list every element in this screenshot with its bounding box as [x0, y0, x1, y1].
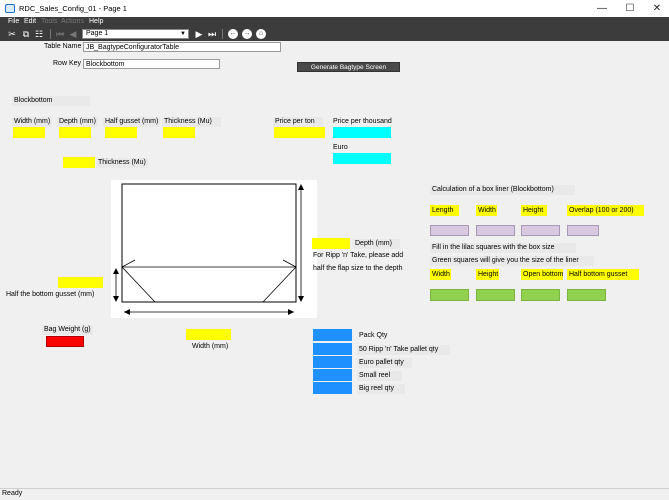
menu-help[interactable]: Help — [89, 17, 103, 27]
menu-actions[interactable]: Actions — [61, 17, 84, 27]
half-bottom-gusset-field[interactable] — [58, 277, 103, 288]
bag-diagram-drawing — [113, 183, 304, 315]
width-arrow-head-right — [288, 309, 294, 315]
result-open-bottom-value — [521, 289, 560, 301]
liner-height-header: Height — [521, 205, 547, 216]
price-per-ton-label: Price per ton — [273, 117, 323, 127]
euro-label: Euro — [333, 144, 348, 151]
status-text: Ready — [2, 490, 23, 497]
liner-width-header: Width — [476, 205, 497, 216]
menu-edit[interactable]: Edit — [24, 17, 36, 27]
liner-instruction-2: Green squares will give you the size of … — [430, 256, 594, 266]
paste-icon[interactable]: ☷ — [33, 28, 45, 40]
half-gusset-field[interactable] — [105, 127, 137, 138]
width-diagram-label: Width (mm) — [192, 343, 229, 350]
app-icon — [5, 4, 15, 13]
width-arrow-head-left — [124, 309, 130, 315]
depth-label: Depth (mm) — [57, 117, 98, 127]
section-title: Blockbottom — [12, 96, 90, 106]
thickness-field[interactable] — [163, 127, 195, 138]
depth-arrow-head-down — [298, 296, 304, 302]
ripp-pallet-qty-value — [313, 343, 352, 355]
status-bar: Ready — [0, 488, 669, 500]
euro-value — [333, 153, 391, 164]
page-select[interactable]: Page 1 ▼ — [82, 29, 189, 39]
price-per-ton-field[interactable] — [274, 127, 325, 138]
euro-pallet-qty-value — [313, 356, 352, 368]
small-reel-value — [313, 369, 352, 381]
home-icon[interactable]: ⌂ — [256, 29, 266, 39]
ripp-note-2: half the flap size to the depth — [313, 265, 403, 272]
liner-overlap-header: Overlap (100 or 200) — [567, 205, 644, 216]
play-icon[interactable]: ▶ — [193, 28, 205, 40]
thickness-label: Thickness (Mu) — [162, 117, 221, 127]
previous-page-icon[interactable]: ◀ — [67, 28, 79, 40]
bag-outline — [121, 183, 297, 303]
table-name-field[interactable]: JB_BagtypeConfiguratorTable — [83, 42, 281, 52]
title-bar: RDC_Sales_Config_01 - Page 1 — ☐ ✕ — [0, 0, 669, 17]
big-reel-qty-value — [313, 382, 352, 394]
result-width-header: Width — [430, 269, 451, 280]
liner-length-header: Length — [430, 205, 459, 216]
half-gusset-label: Half gusset (mm) — [103, 117, 161, 127]
depth-diagram-field[interactable] — [312, 238, 350, 249]
generate-bagtype-screen-button[interactable]: Generate Bagtype Screen — [297, 62, 400, 72]
bag-weight-value — [46, 336, 84, 347]
result-height-header: Height — [476, 269, 499, 280]
price-per-thousand-label: Price per thousand — [333, 118, 392, 125]
big-reel-qty-label: Big reel qty — [357, 384, 405, 394]
gusset-arrow-head-up — [113, 268, 119, 274]
euro-pallet-qty-label: Euro pallet qty — [357, 358, 412, 368]
minimize-button[interactable]: — — [590, 0, 614, 17]
last-page-icon[interactable]: ⏭ — [206, 28, 218, 40]
liner-overlap-field[interactable] — [567, 225, 599, 236]
thickness2-field[interactable] — [63, 157, 95, 168]
bag-weight-label: Bag Weight (g) — [42, 325, 93, 335]
thickness2-label: Thickness (Mu) — [96, 158, 148, 168]
first-page-icon[interactable]: ⏮ — [54, 28, 66, 40]
row-key-field[interactable]: Blockbottom — [83, 59, 220, 69]
price-per-thousand-value — [333, 127, 391, 138]
toolbar-separator — [222, 29, 223, 39]
table-name-label: Table Name — [44, 43, 82, 50]
liner-length-field[interactable] — [430, 225, 469, 236]
menu-tools[interactable]: Tools — [41, 17, 57, 27]
width-label: Width (mm) — [12, 117, 53, 127]
copy-icon[interactable]: ⧉ — [20, 28, 32, 40]
ripp-note-1: For Ripp 'n' Take, please add — [313, 252, 404, 259]
close-button[interactable]: ✕ — [645, 0, 669, 17]
result-open-bottom-header: Open bottom — [521, 269, 564, 280]
menu-bar: File Edit Tools Actions Help — [0, 17, 669, 27]
width-diagram-field[interactable] — [186, 329, 231, 340]
result-half-bottom-gusset-header: Half bottom gusset — [567, 269, 639, 280]
liner-instruction-1: Fill in the lilac squares with the box s… — [430, 243, 576, 253]
bag-diagram — [111, 180, 317, 318]
depth-arrow-head-up — [298, 184, 304, 190]
gusset-arrow-head-down — [113, 296, 119, 302]
result-width-value — [430, 289, 469, 301]
depth-diagram-label: Depth (mm) — [353, 239, 400, 249]
maximize-button[interactable]: ☐ — [618, 0, 642, 17]
scissors-icon[interactable]: ✂ — [6, 28, 18, 40]
result-half-bottom-gusset-value — [567, 289, 606, 301]
forward-icon[interactable]: → — [242, 29, 252, 39]
pack-qty-value — [313, 329, 352, 341]
small-reel-label: Small reel — [357, 371, 402, 381]
depth-field[interactable] — [59, 127, 91, 138]
row-key-label: Row Key — [53, 60, 82, 67]
ripp-pallet-qty-label: 50 Ripp 'n' Take pallet qty — [357, 345, 450, 355]
back-icon[interactable]: ← — [228, 29, 238, 39]
liner-height-field[interactable] — [521, 225, 560, 236]
pack-qty-label: Pack Qty — [359, 332, 388, 339]
menu-file[interactable]: File — [8, 17, 19, 27]
liner-title: Calculation of a box liner (Blockbottom) — [430, 185, 575, 195]
width-field[interactable] — [13, 127, 45, 138]
liner-width-field[interactable] — [476, 225, 515, 236]
toolbar-separator — [50, 29, 51, 39]
chevron-down-icon: ▼ — [180, 31, 186, 37]
result-height-value — [476, 289, 515, 301]
half-bottom-gusset-label: Half the bottom gusset (mm) — [6, 291, 95, 298]
page-select-value: Page 1 — [86, 30, 109, 37]
window-title: RDC_Sales_Config_01 - Page 1 — [19, 4, 127, 13]
